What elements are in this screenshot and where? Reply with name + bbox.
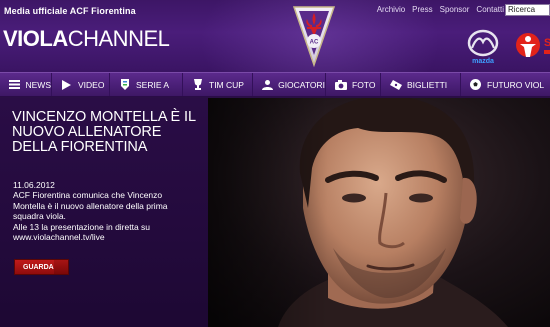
play-icon — [60, 79, 73, 90]
nav-item-foto[interactable]: FOTO — [326, 73, 381, 96]
nav-label-serie-a: SERIE A — [136, 79, 170, 90]
logo-light-part: CHANNEL — [67, 26, 170, 51]
story-body-link[interactable]: www.violachannel.tv/live — [13, 232, 173, 243]
featured-story: VINCENZO MONTELLA È IL NUOVO ALLENATORE … — [0, 98, 550, 327]
nav-label-biglietti: BIGLIETTI — [407, 79, 448, 90]
story-body-line: Alle 13 la presentazione in diretta su — [13, 221, 151, 232]
nav-item-serie-a[interactable]: SERIE A — [110, 73, 183, 96]
story-text-panel: VINCENZO MONTELLA È IL NUOVO ALLENATORE … — [0, 98, 208, 327]
story-body-line: Montella è il nuovo allenatore della pri… — [13, 200, 168, 211]
coach-portrait-photo[interactable] — [208, 98, 550, 327]
nav-item-tim-cup[interactable]: TIM CUP — [183, 73, 253, 96]
logo-bold-part: VIOLA — [3, 26, 68, 51]
serie-a-icon — [118, 79, 131, 90]
story-body-line: squadra viola. — [13, 211, 66, 221]
nav-item-video[interactable]: VIDEO — [52, 73, 110, 96]
search-input[interactable]: Ricerca — [505, 4, 550, 16]
nav-label-foto: FOTO — [352, 79, 376, 90]
link-sponsor[interactable]: Sponsor — [440, 5, 470, 14]
nav-label-giocatori: GIOCATORI — [278, 79, 325, 90]
save-wordmark: S — [544, 37, 550, 49]
nav-label-futuro-viola: FUTURO VIOL — [487, 79, 545, 90]
cup-icon — [191, 79, 204, 90]
link-archivio[interactable]: Archivio — [377, 5, 405, 14]
mazda-wordmark: mazda — [472, 58, 494, 65]
nav-item-giocatori[interactable]: GIOCATORI — [253, 73, 326, 96]
save-the-children-logo-icon[interactable]: S — [515, 30, 550, 66]
link-contatti[interactable]: Contatti — [476, 5, 504, 14]
nav-item-news[interactable]: NEWS — [0, 73, 52, 96]
link-press[interactable]: Press — [412, 5, 432, 14]
ticket-icon — [389, 79, 402, 90]
nav-item-futuro-viola[interactable]: FUTURO VIOL — [461, 73, 550, 96]
story-date: 11.06.2012 — [13, 180, 55, 190]
crest-letters: AC — [310, 40, 319, 46]
story-body: ACF Fiorentina comunica che Vincenzo Mon… — [13, 190, 173, 243]
mazda-logo-icon[interactable]: mazda — [466, 28, 500, 66]
nav-label-tim-cup: TIM CUP — [209, 79, 244, 90]
site-header: Media ufficiale ACF Fiorentina VIOLACHAN… — [0, 0, 550, 72]
camera-icon — [334, 79, 347, 90]
site-tagline: Media ufficiale ACF Fiorentina — [4, 6, 136, 16]
story-body-line: ACF Fiorentina comunica che Vincenzo — [13, 190, 163, 200]
violachannel-logo[interactable]: VIOLACHANNEL — [3, 26, 170, 52]
guarda-button[interactable]: GUARDA — [14, 259, 69, 275]
top-links: Archivio Press Sponsor Contatti — [377, 5, 504, 14]
nav-label-news: NEWS — [25, 79, 52, 90]
story-headline[interactable]: VINCENZO MONTELLA È IL NUOVO ALLENATORE … — [12, 110, 207, 155]
main-nav: NEWS VIDEO SERIE A TIM CUP GIOCATORI FOT… — [0, 72, 550, 97]
players-icon — [261, 79, 273, 90]
ball-icon — [469, 79, 482, 90]
fiorentina-crest-icon[interactable]: AC — [290, 3, 338, 69]
nav-label-video: VIDEO — [78, 79, 105, 90]
nav-item-biglietti[interactable]: BIGLIETTI — [381, 73, 461, 96]
news-icon — [8, 79, 21, 90]
